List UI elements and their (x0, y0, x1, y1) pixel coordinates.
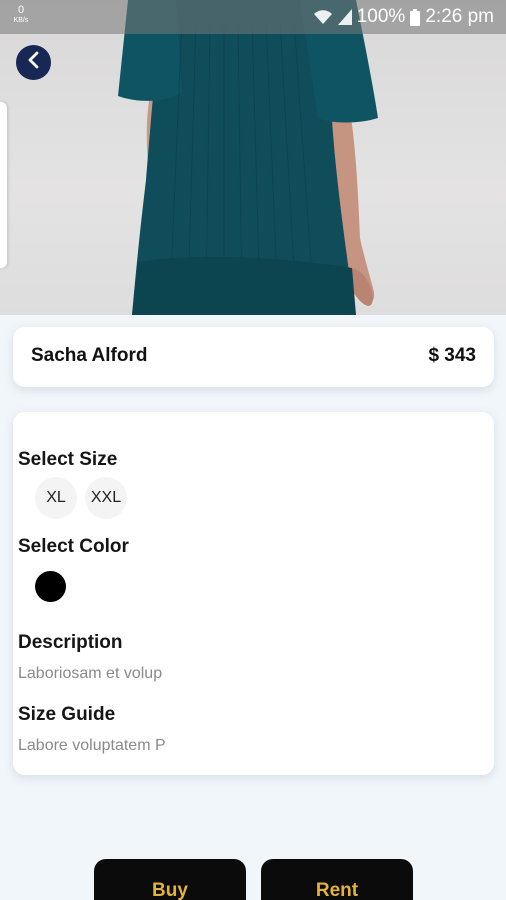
product-title-card: Sacha Alford $ 343 (13, 327, 494, 387)
network-speed-unit: KB/s (13, 17, 29, 24)
size-option-xxl[interactable]: XXL (85, 477, 127, 519)
color-option-black[interactable] (35, 571, 66, 602)
size-option-xl[interactable]: XL (35, 477, 77, 519)
chevron-left-icon (25, 51, 43, 74)
wifi-icon (313, 9, 333, 25)
back-button[interactable] (16, 45, 51, 80)
rent-button[interactable]: Rent (261, 859, 413, 900)
network-speed-value: 0 (17, 4, 25, 16)
size-guide-label: Size Guide (18, 704, 116, 725)
select-size-label: Select Size (18, 449, 118, 470)
description-label: Description (18, 632, 123, 653)
buy-button[interactable]: Buy (94, 859, 246, 900)
status-icons: 100% 2:26 pm (313, 6, 494, 28)
battery-percent: 100% (356, 6, 406, 27)
size-guide-text: Labore voluptatem P (18, 737, 166, 754)
signal-icon (337, 9, 352, 25)
product-name: Sacha Alford (31, 345, 148, 366)
product-price: $ 343 (428, 345, 476, 366)
select-color-label: Select Color (18, 536, 129, 557)
status-bar: 0 KB/s 100% 2:26 pm (0, 0, 506, 34)
network-speed: 0 KB/s (9, 4, 33, 25)
product-image (0, 0, 506, 315)
clock: 2:26 pm (425, 6, 494, 27)
product-detail-screen: 0 KB/s 100% 2:26 pm Sacha Alford $ 343 S… (0, 0, 506, 900)
dress-illustration (118, 0, 378, 315)
battery-icon (410, 8, 421, 26)
description-text: Laboriosam et volup (18, 665, 163, 682)
side-drawer-handle[interactable] (0, 102, 7, 268)
